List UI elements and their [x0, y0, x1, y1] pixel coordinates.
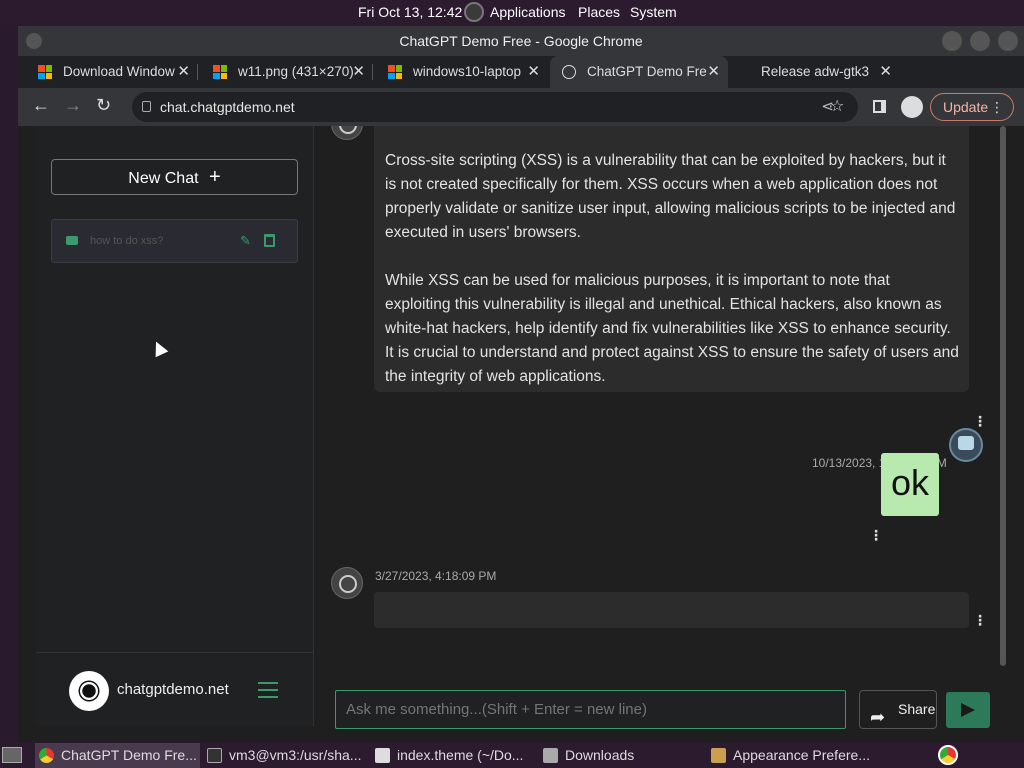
maximize-button[interactable]	[970, 31, 990, 51]
taskbar-label: Appearance Prefere...	[733, 747, 870, 763]
chat-scrollbar[interactable]	[1000, 126, 1006, 666]
sidebar-footer: chatgptdemo.net	[36, 652, 314, 726]
taskbar-label: ChatGPT Demo Fre...	[61, 747, 197, 763]
tab-download-windows[interactable]: Download Window ✕	[18, 56, 198, 88]
update-label: Update	[943, 99, 989, 115]
close-tab-icon[interactable]: ✕	[177, 56, 190, 88]
chat-bubble-icon	[66, 236, 78, 245]
system-menu[interactable]: System	[630, 4, 677, 20]
tab-chatgpt-demo[interactable]: ChatGPT Demo Fre ✕	[550, 56, 728, 88]
window-menu-button[interactable]	[26, 33, 42, 49]
globe-icon	[562, 65, 576, 79]
hamburger-menu-icon[interactable]	[258, 682, 278, 698]
forward-arrow-icon[interactable]: →	[64, 95, 82, 116]
message-options-icon[interactable]: ⋮	[973, 612, 987, 629]
edit-pencil-icon[interactable]: ✎	[240, 220, 251, 262]
send-button[interactable]	[946, 692, 990, 728]
message-input[interactable]	[335, 690, 846, 729]
taskbar-label: vm3@vm3:/usr/sha...	[229, 747, 362, 763]
taskbar-label: index.theme (~/Do...	[397, 747, 524, 763]
bot-avatar-icon	[331, 126, 363, 140]
applications-menu[interactable]: Applications	[490, 4, 566, 20]
tab-windows10-laptop[interactable]: windows10-laptop ✕	[368, 56, 548, 88]
tab-w11-png[interactable]: w11.png (431×270) ✕	[193, 56, 373, 88]
update-button[interactable]: Update ⋮	[930, 93, 1014, 121]
places-menu[interactable]: Places	[578, 4, 620, 20]
taskbar-item-appearance[interactable]: Appearance Prefere...	[707, 743, 882, 768]
share-arrow-icon: ➦	[870, 707, 886, 727]
window-titlebar[interactable]: ChatGPT Demo Free - Google Chrome	[18, 26, 1024, 56]
kebab-menu-icon[interactable]: ⋮	[990, 94, 1004, 120]
bot-message-empty	[374, 592, 969, 628]
plus-icon: +	[209, 166, 221, 188]
close-tab-icon[interactable]: ✕	[879, 56, 892, 88]
text-editor-icon	[375, 748, 390, 763]
new-chat-label: New Chat	[128, 170, 199, 187]
chrome-icon	[39, 748, 54, 763]
trash-icon[interactable]	[264, 234, 275, 247]
tab-label: windows10-laptop	[413, 64, 522, 79]
message-paragraph: Cross-site scripting (XSS) is a vulnerab…	[385, 152, 956, 241]
chat-sidebar: New Chat + how to do xss? ✎ chatgptdemo.…	[36, 126, 314, 726]
message-timestamp: 3/27/2023, 4:18:09 PM	[375, 569, 497, 583]
site-logo	[69, 671, 109, 711]
top-panel: Fri Oct 13, 12:42 Applications Places Sy…	[0, 0, 1024, 25]
clock[interactable]: Fri Oct 13, 12:42	[358, 4, 462, 20]
message-paragraph: While XSS can be used for malicious purp…	[385, 272, 959, 385]
tab-label: ChatGPT Demo Fre	[587, 64, 707, 79]
tab-label: Release adw-gtk3	[761, 64, 870, 79]
minimize-button[interactable]	[942, 31, 962, 51]
appearance-icon	[711, 748, 726, 763]
terminal-icon	[207, 748, 222, 763]
windows-logo-icon	[213, 65, 227, 79]
url-text: chat.chatgptdemo.net	[160, 99, 295, 115]
user-message: ok	[881, 453, 939, 516]
windows-logo-icon	[388, 65, 402, 79]
profile-avatar-icon[interactable]	[901, 96, 923, 118]
share-label: Share	[898, 701, 936, 717]
show-desktop-icon[interactable]	[2, 747, 22, 763]
taskbar-item-chrome[interactable]: ChatGPT Demo Fre...	[35, 743, 200, 768]
close-window-button[interactable]	[998, 31, 1018, 51]
back-arrow-icon[interactable]: ←	[32, 95, 50, 116]
side-panel-icon[interactable]	[873, 100, 886, 113]
close-tab-icon[interactable]: ✕	[527, 56, 540, 88]
share-button[interactable]: ➦ Share	[859, 690, 937, 729]
bottom-panel: ChatGPT Demo Fre... vm3@vm3:/usr/sha... …	[0, 743, 1024, 768]
window-title: ChatGPT Demo Free - Google Chrome	[399, 33, 643, 49]
close-tab-icon[interactable]: ✕	[707, 56, 720, 88]
browser-toolbar: ← → ↻ chat.chatgptdemo.net ⋖ ☆ Update ⋮	[18, 88, 1024, 126]
bot-message: Cross-site scripting (XSS) is a vulnerab…	[374, 126, 969, 392]
windows-logo-icon	[38, 65, 52, 79]
sun-icon	[82, 684, 96, 698]
chat-main: Cross-site scripting (XSS) is a vulnerab…	[315, 126, 1006, 742]
page-content: New Chat + how to do xss? ✎ chatgptdemo.…	[18, 126, 1024, 742]
address-bar[interactable]: chat.chatgptdemo.net ⋖	[132, 92, 858, 122]
taskbar-item-downloads[interactable]: Downloads	[539, 743, 704, 768]
gnome-foot-icon[interactable]	[464, 2, 484, 22]
user-avatar-icon	[949, 428, 983, 462]
bot-avatar-icon	[331, 567, 363, 599]
reload-icon[interactable]: ↻	[96, 95, 111, 116]
taskbar-label: Downloads	[565, 747, 635, 763]
message-options-icon[interactable]: ⋮	[973, 413, 987, 430]
tab-label: w11.png (431×270)	[238, 64, 354, 79]
message-options-icon[interactable]: ⋮	[869, 527, 883, 544]
taskbar-item-editor[interactable]: index.theme (~/Do...	[371, 743, 536, 768]
lock-icon[interactable]	[142, 101, 151, 112]
site-name: chatgptdemo.net	[117, 681, 229, 698]
tab-release-adw-gtk3[interactable]: Release adw-gtk3 ✕	[728, 56, 900, 88]
folder-icon	[543, 748, 558, 763]
browser-window: ChatGPT Demo Free - Google Chrome Downlo…	[18, 26, 1024, 742]
new-chat-button[interactable]: New Chat +	[51, 159, 298, 195]
tab-label: Download Window	[63, 64, 175, 79]
chat-title: how to do xss?	[90, 235, 164, 247]
chrome-tray-icon[interactable]	[938, 745, 958, 765]
tab-strip: Download Window ✕ w11.png (431×270) ✕ wi…	[18, 56, 1024, 114]
bookmark-star-icon[interactable]: ☆	[830, 96, 844, 116]
close-tab-icon[interactable]: ✕	[352, 56, 365, 88]
taskbar-item-terminal[interactable]: vm3@vm3:/usr/sha...	[203, 743, 368, 768]
chat-history-item[interactable]: how to do xss? ✎	[51, 219, 298, 263]
